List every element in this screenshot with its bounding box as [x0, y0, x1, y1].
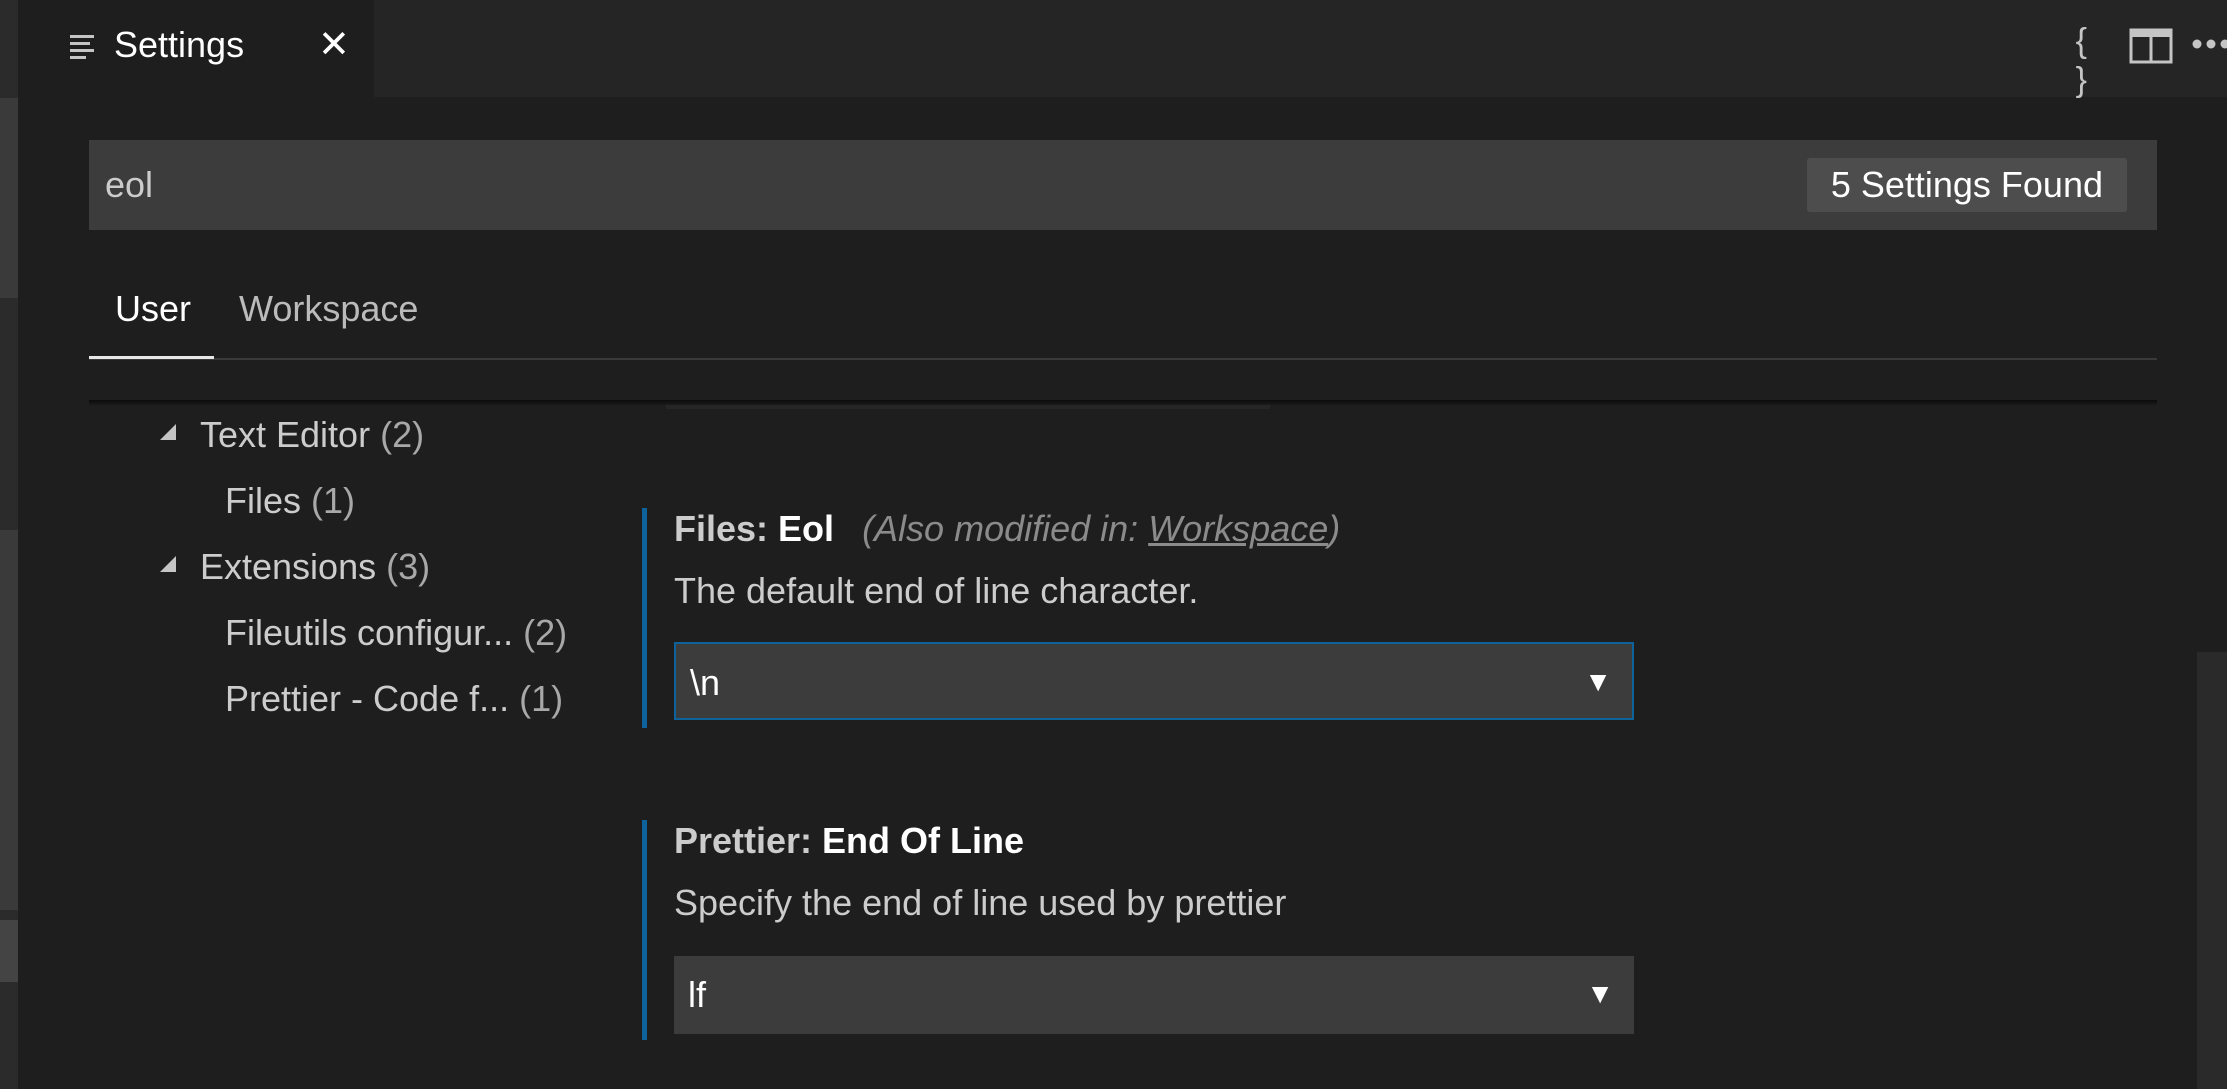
close-icon[interactable]: ✕: [318, 22, 350, 67]
setting-files-eol: Files: Eol (Also modified in: Workspace)…: [642, 508, 1642, 728]
toc-label: Text Editor: [200, 414, 371, 455]
strip-mark: [0, 98, 18, 298]
settings-search: 5 Settings Found: [89, 140, 2157, 230]
toc-item-text-editor[interactable]: Text Editor (2): [200, 414, 424, 456]
modified-prefix: (Also modified in:: [862, 508, 1149, 549]
tab-workspace[interactable]: Workspace: [239, 288, 418, 330]
tab-settings[interactable]: Settings ✕: [18, 0, 374, 97]
select-value: lf: [688, 974, 706, 1015]
toc-label: Files: [225, 480, 302, 521]
modified-note: (Also modified in: Workspace): [862, 508, 1340, 549]
strip-mark: [0, 920, 18, 982]
toc-item-files[interactable]: Files (1): [225, 480, 355, 522]
activity-strip: [0, 0, 18, 1089]
more-icon[interactable]: [2191, 38, 2227, 50]
setting-category: Files:: [674, 508, 779, 549]
results-badge: 5 Settings Found: [1806, 158, 2127, 212]
settings-editor: Settings ✕ { } 5 Settings Found User Wor…: [0, 0, 2227, 1089]
strip-mark: [0, 530, 18, 910]
setting-description: The default end of line character.: [674, 570, 1199, 611]
setting-title: Prettier: End Of Line: [674, 820, 1024, 862]
tab-title: Settings: [114, 24, 245, 65]
toc-item-fileutils[interactable]: Fileutils configur... (2): [225, 612, 567, 654]
toc-count: (2): [523, 612, 568, 653]
search-input[interactable]: [105, 140, 1605, 230]
expanded-arrow-icon[interactable]: [160, 424, 176, 440]
toc-label: Prettier - Code f...: [225, 678, 510, 719]
toc-item-extensions[interactable]: Extensions (3): [200, 546, 430, 588]
dropdown-arrow-icon: ▼: [1586, 978, 1614, 1009]
setting-name: Eol: [778, 508, 835, 549]
open-json-button[interactable]: { }: [2076, 22, 2087, 100]
dropdown-arrow-icon: ▼: [1584, 666, 1612, 697]
setting-category: Prettier:: [674, 820, 823, 861]
tab-user[interactable]: User: [115, 288, 191, 330]
toc-count: (2): [380, 414, 425, 455]
toc-label: Fileutils configur...: [225, 612, 514, 653]
setting-name: End Of Line: [822, 820, 1025, 861]
tab-bar: Settings ✕ { }: [18, 0, 2227, 100]
setting-description: Specify the end of line used by prettier: [674, 882, 1287, 923]
split-editor-icon[interactable]: [2129, 28, 2173, 64]
workspace-link[interactable]: Workspace: [1148, 508, 1328, 549]
active-tab-indicator: [89, 356, 214, 359]
toc-count: (1): [519, 678, 564, 719]
divider: [666, 405, 1270, 409]
scrollbar[interactable]: [2197, 652, 2227, 1089]
toc-item-prettier[interactable]: Prettier - Code f... (1): [225, 678, 563, 720]
list-icon: [70, 35, 94, 59]
toc-count: (3): [386, 546, 431, 587]
setting-prettier-end-of-line: Prettier: End Of Line Specify the end of…: [642, 820, 1642, 1040]
scope-tabs: User Workspace: [89, 270, 2157, 360]
select-value: \n: [690, 662, 721, 703]
modified-suffix: ): [1328, 508, 1341, 549]
toc-count: (1): [311, 480, 356, 521]
toc-label: Extensions: [200, 546, 377, 587]
setting-title: Files: Eol (Also modified in: Workspace): [674, 508, 1340, 550]
expanded-arrow-icon[interactable]: [160, 556, 176, 572]
prettier-eol-select[interactable]: lf ▼: [674, 956, 1634, 1034]
eol-select[interactable]: \n ▼: [674, 642, 1634, 720]
